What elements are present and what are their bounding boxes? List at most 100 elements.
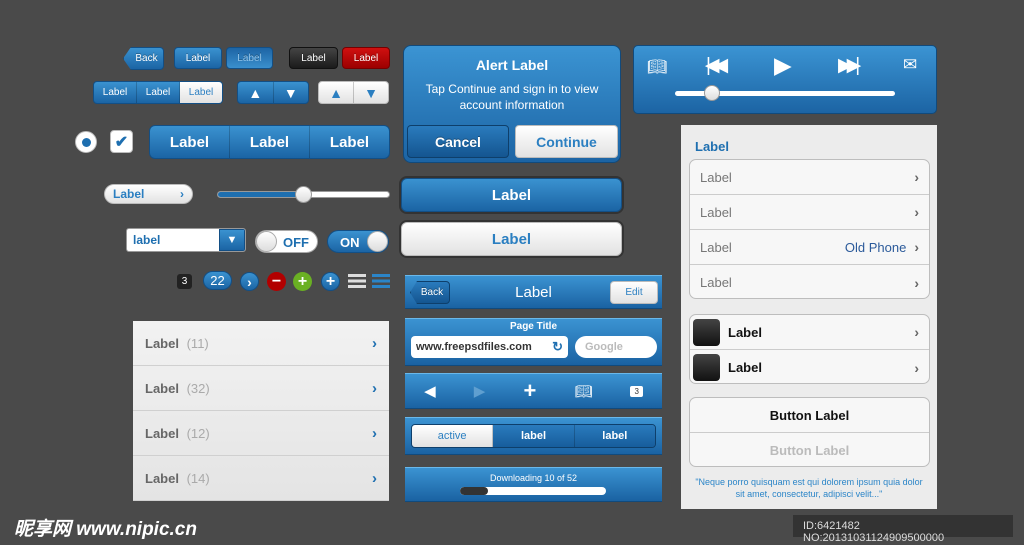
- chevron-right-icon: ›: [372, 424, 377, 442]
- media-progress-slider[interactable]: [675, 85, 895, 101]
- alert-title: Alert Label: [475, 57, 549, 73]
- reload-icon[interactable]: ↻: [552, 339, 563, 355]
- toggle-on[interactable]: ON: [327, 230, 389, 253]
- list-item[interactable]: Label (14) ›: [133, 456, 389, 501]
- download-bar: Downloading 10 of 52: [405, 467, 662, 502]
- segment[interactable]: Label: [230, 126, 310, 158]
- checkbox[interactable]: ✔: [110, 130, 133, 153]
- segment[interactable]: label: [493, 425, 575, 447]
- button-primary[interactable]: Button Label: [690, 398, 929, 433]
- mail-icon[interactable]: ✉: [903, 55, 917, 75]
- segment[interactable]: label: [574, 425, 655, 447]
- slider-fill: [218, 192, 304, 197]
- cancel-button[interactable]: Cancel: [407, 125, 509, 158]
- slider[interactable]: [217, 186, 390, 203]
- segment-toolbar: active label label: [405, 417, 662, 455]
- segment[interactable]: Label: [137, 82, 180, 103]
- badge-blue: 22: [203, 271, 232, 290]
- button-group: Button Label Button Label: [689, 397, 930, 467]
- slider-thumb[interactable]: [704, 85, 721, 101]
- table-row[interactable]: Label Old Phone ›: [690, 230, 929, 265]
- progress-fill: [460, 487, 488, 495]
- label-button-dark[interactable]: Label: [289, 47, 338, 69]
- segment-selected[interactable]: Label: [180, 82, 222, 103]
- menu-icon[interactable]: [348, 274, 366, 288]
- label-button[interactable]: Label: [174, 47, 222, 69]
- list-item[interactable]: Label (32) ›: [133, 366, 389, 411]
- toggle-off[interactable]: OFF: [255, 230, 318, 253]
- dropdown-value: label: [133, 233, 161, 247]
- radio-button[interactable]: [75, 131, 97, 153]
- list-item[interactable]: Label (11) ›: [133, 321, 389, 366]
- table-row[interactable]: Label ›: [690, 195, 929, 230]
- segment[interactable]: Label: [150, 126, 230, 158]
- list-item-text: Label (32): [145, 380, 210, 396]
- bookmarks-icon[interactable]: 📖︎: [575, 383, 593, 400]
- row-label: Label: [728, 360, 762, 375]
- minus-button[interactable]: −: [267, 272, 286, 291]
- stepper-white: ▲ ▼: [318, 81, 389, 104]
- table-row[interactable]: Label ›: [690, 160, 929, 195]
- big-blue-button[interactable]: Label: [401, 178, 622, 212]
- alert-dialog: Alert Label Tap Continue and sign in to …: [403, 45, 621, 163]
- toggle-label: ON: [340, 235, 360, 250]
- chevron-right-icon: ›: [914, 274, 919, 291]
- search-field[interactable]: Google: [575, 336, 657, 358]
- back-arrow-icon[interactable]: ◀: [424, 382, 436, 400]
- slider-thumb[interactable]: [294, 186, 312, 203]
- toggle-label: OFF: [283, 235, 309, 250]
- continue-button[interactable]: Continue: [515, 125, 618, 158]
- page-title: Page Title: [509, 321, 558, 332]
- download-status: Downloading 10 of 52: [489, 473, 578, 483]
- segment-active[interactable]: active: [412, 425, 494, 447]
- chevron-right-icon: ›: [914, 324, 919, 340]
- arrow-down-icon[interactable]: ▼: [354, 82, 388, 103]
- label-pill-button[interactable]: Label ›: [104, 184, 193, 204]
- toggle-knob: [367, 231, 388, 252]
- plus-icon: +: [297, 272, 308, 290]
- watermark-id: ID:6421482 NO:20131031124909500000: [793, 515, 1013, 544]
- plus-icon[interactable]: +: [523, 378, 536, 404]
- big-white-button[interactable]: Label: [401, 222, 622, 256]
- row-label: Label: [700, 239, 732, 255]
- chevron-right-icon: ›: [372, 379, 377, 397]
- tabs-icon[interactable]: 3: [630, 385, 643, 397]
- add-blue-button[interactable]: +: [321, 272, 340, 291]
- browser-toolbar: ◀ ▶ + 📖︎ 3: [405, 373, 662, 409]
- table-row[interactable]: Label ›: [690, 315, 929, 350]
- play-icon[interactable]: ▶: [774, 52, 792, 79]
- previous-track-icon[interactable]: |◀◀: [706, 54, 728, 77]
- table-row[interactable]: Label ›: [690, 265, 929, 298]
- stepper-blue: ▲ ▼: [237, 81, 309, 104]
- row-detail: Old Phone: [844, 240, 907, 255]
- dropdown[interactable]: label ▼: [126, 228, 246, 252]
- arrow-up-icon[interactable]: ▲: [319, 82, 354, 103]
- table-view: Label Label › Label › Label Old Phone › Label › …: [681, 125, 937, 509]
- section-header: Label: [695, 139, 729, 154]
- add-green-button[interactable]: +: [293, 272, 312, 291]
- check-icon: ✔: [114, 133, 129, 151]
- list: Label (11) › Label (32) › Label (12) › Label (…: [133, 321, 389, 501]
- forward-arrow-icon[interactable]: ▶: [474, 382, 486, 400]
- arrow-up-icon[interactable]: ▲: [238, 82, 274, 103]
- next-track-icon[interactable]: ▶▶|: [838, 54, 860, 77]
- segmented-control: active label label: [411, 424, 656, 448]
- label-button-pressed[interactable]: Label: [226, 47, 273, 69]
- arrow-down-icon[interactable]: ▼: [274, 82, 309, 103]
- table-group-1: Label › Label › Label Old Phone › Label ›: [689, 159, 930, 299]
- back-button[interactable]: Back: [123, 47, 164, 70]
- label-button-red[interactable]: Label: [342, 47, 390, 69]
- segment[interactable]: Label: [310, 126, 389, 158]
- bookmarks-icon[interactable]: 📖︎: [647, 57, 667, 77]
- menu-blue-icon[interactable]: [372, 274, 390, 288]
- edit-button[interactable]: Edit: [610, 281, 658, 304]
- disclosure-button[interactable]: ›: [240, 272, 259, 291]
- watermark-logo: 昵享网 www.nipic.cn: [14, 519, 197, 540]
- table-group-2: Label › Label ›: [689, 314, 930, 384]
- list-item-text: Label (12): [145, 425, 210, 441]
- list-item[interactable]: Label (12) ›: [133, 411, 389, 456]
- list-item-text: Label (11): [145, 335, 209, 351]
- url-field[interactable]: www.freepsdfiles.com ↻: [411, 336, 568, 358]
- table-row[interactable]: Label ›: [690, 350, 929, 383]
- segment[interactable]: Label: [94, 82, 137, 103]
